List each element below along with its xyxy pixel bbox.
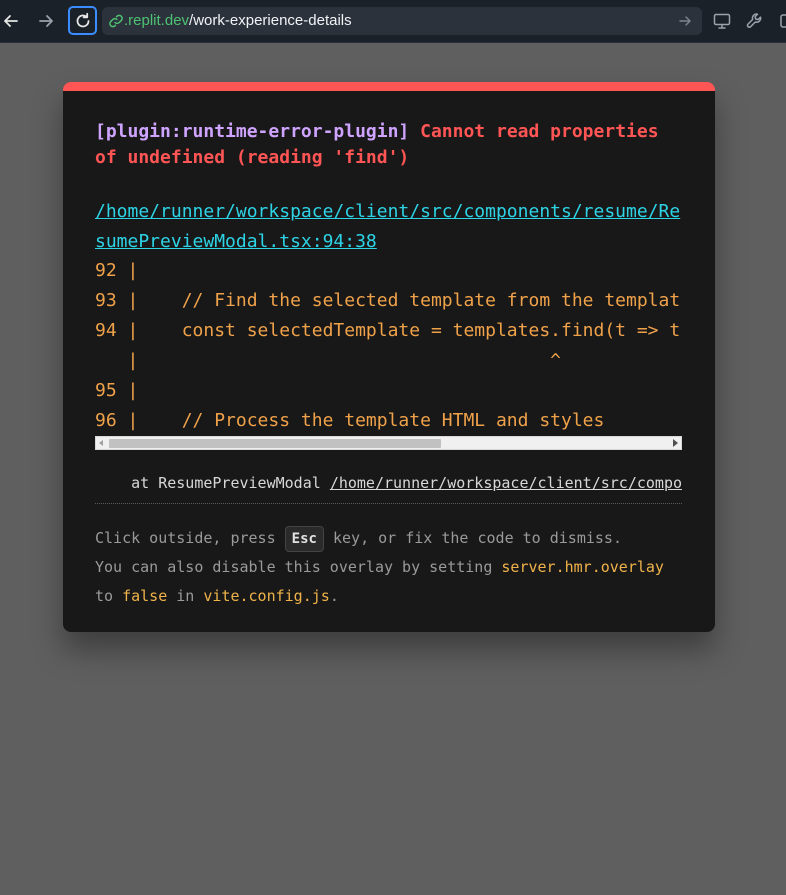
scroll-right-icon[interactable]	[673, 439, 678, 447]
tip-line-2: You can also disable this overlay by set…	[95, 553, 685, 582]
horizontal-scrollbar[interactable]	[95, 436, 682, 450]
go-arrow-icon[interactable]	[678, 14, 692, 28]
divider	[95, 503, 682, 504]
code-line: 93 | // Find the selected template from …	[95, 290, 681, 311]
error-file-link[interactable]: /home/runner/workspace/client/src/compon…	[95, 197, 685, 257]
url-host: .replit.dev	[124, 12, 190, 29]
stack-file-link[interactable]: /home/runner/workspace/client/src/compor	[330, 474, 682, 492]
error-overlay: [plugin:runtime-error-plugin] Cannot rea…	[63, 82, 715, 632]
tip-line-3: to false in vite.config.js.	[95, 582, 685, 611]
tip-text: to	[95, 587, 123, 605]
stack-prefix: at ResumePreviewModal	[95, 474, 330, 492]
url-bar[interactable]: .replit.dev/work-experience-details	[102, 7, 702, 35]
false-value: false	[122, 587, 168, 605]
code-line: 94 | const selectedTemplate = templates.…	[95, 320, 681, 341]
code-line: 92 |	[95, 260, 139, 281]
back-arrow-icon[interactable]	[0, 8, 24, 34]
setting-name: server.hmr.overlay	[501, 558, 664, 576]
code-line: | ^	[95, 350, 562, 371]
wrench-icon[interactable]	[742, 8, 768, 34]
link-icon	[109, 14, 123, 28]
tip-text: You can also disable this overlay by set…	[95, 558, 502, 576]
url-text: .replit.dev/work-experience-details	[124, 13, 352, 29]
monitor-icon[interactable]	[709, 8, 735, 34]
browser-toolbar: .replit.dev/work-experience-details	[0, 0, 786, 43]
error-message: [plugin:runtime-error-plugin] Cannot rea…	[95, 119, 685, 171]
tip-text: key, or fix the code to dismiss.	[323, 529, 622, 547]
forward-arrow-icon[interactable]	[33, 8, 59, 34]
scrollbar-thumb[interactable]	[109, 439, 441, 448]
plugin-name: [plugin:runtime-error-plugin]	[95, 121, 410, 142]
reload-icon[interactable]	[68, 6, 97, 35]
tip-text: in	[167, 587, 204, 605]
new-tab-icon[interactable]	[775, 8, 786, 34]
scroll-left-icon[interactable]	[99, 440, 103, 446]
stack-trace: at ResumePreviewModal /home/runner/works…	[95, 473, 682, 493]
config-file: vite.config.js	[203, 587, 330, 605]
code-line: 95 |	[95, 380, 139, 401]
code-frame: 92 | 93 | // Find the selected template …	[95, 256, 682, 436]
url-path: /work-experience-details	[189, 12, 352, 29]
tip-line-1: Click outside, press Esc key, or fix the…	[95, 524, 685, 553]
dismiss-tip: Click outside, press Esc key, or fix the…	[95, 524, 685, 611]
code-line: 96 | // Process the template HTML and st…	[95, 410, 605, 431]
tip-text: .	[329, 587, 339, 605]
tip-text: Click outside, press	[95, 529, 285, 547]
esc-key: Esc	[284, 525, 324, 552]
